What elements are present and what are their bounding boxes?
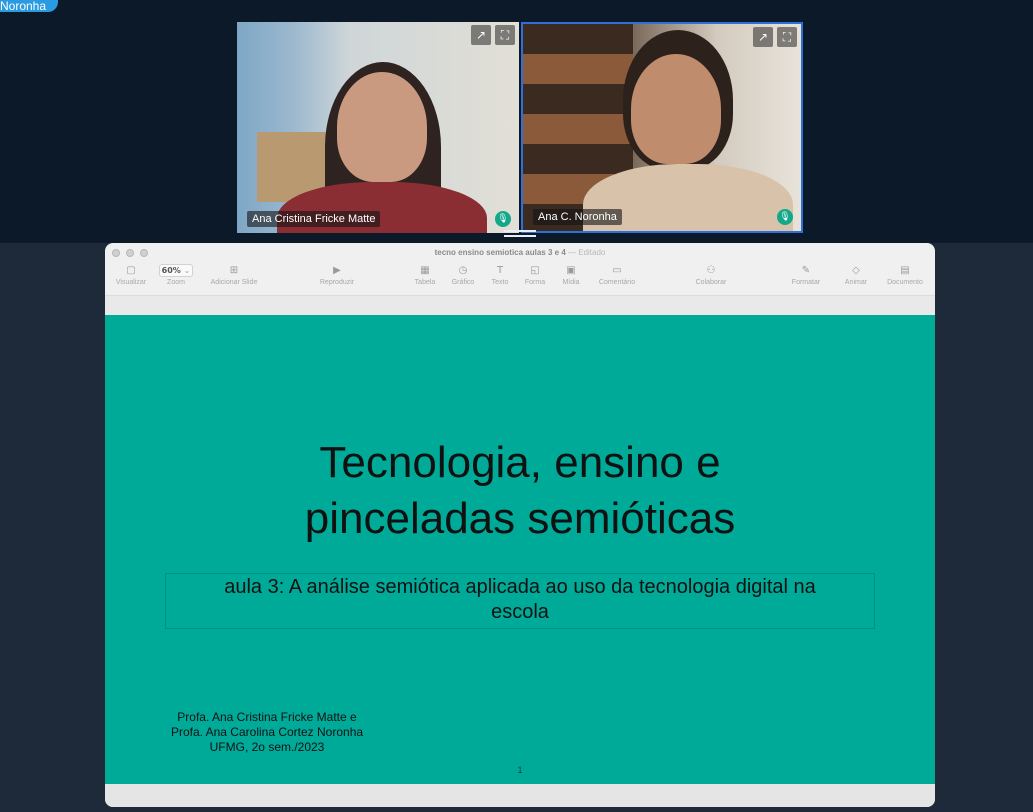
toolbar-zoom-control[interactable]: 60% ⌄ Zoom: [146, 263, 206, 287]
collaborate-icon: ⚇: [706, 265, 716, 276]
toolbar-adicionar-slide-button[interactable]: ⊞ Adicionar Slide: [204, 263, 264, 287]
participant-name: Ana C. Noronha: [533, 209, 622, 225]
canvas-margin-top: [105, 295, 935, 315]
zoom-select[interactable]: 60% ⌄: [159, 264, 193, 277]
author-line: Profa. Ana Cristina Fricke Matte e: [177, 710, 357, 724]
window-titlebar: tecno ensino semiotica aulas 3 e 4 — Edi…: [105, 243, 935, 263]
slide-subtitle-line-2: escola: [491, 601, 549, 623]
canvas-margin-bottom: [105, 784, 935, 807]
toolbar-reproduzir-button[interactable]: ▶ Reproduzir: [307, 263, 367, 287]
video-tile-ana-noronha[interactable]: ↗ ⛶ Ana C. Noronha 🎙: [521, 22, 803, 233]
toolbar-colaborar-button[interactable]: ⚇ Colaborar: [681, 263, 741, 287]
slide-number: 1: [517, 765, 523, 775]
document-status: — Editado: [568, 248, 606, 257]
keynote-toolbar: ▢ Visualizar 60% ⌄ Zoom ⊞ Adicionar Slid…: [105, 263, 935, 293]
document-icon: ▤: [900, 265, 910, 276]
comment-icon: ▭: [612, 265, 622, 276]
slide-subtitle[interactable]: aula 3: A análise semiótica aplicada ao …: [105, 575, 935, 625]
fullscreen-icon[interactable]: ⛶: [777, 27, 797, 47]
slide-title-line-2: pinceladas semióticas: [304, 494, 736, 543]
participant-face: [337, 72, 427, 182]
toolbar-documento-button[interactable]: ▤ Documento: [875, 263, 935, 287]
author-line: UFMG, 2o sem./2023: [209, 740, 325, 754]
participant-name: Ana Cristina Fricke Matte: [247, 211, 381, 227]
mic-icon: 🎙: [495, 211, 511, 227]
slide-title[interactable]: Tecnologia, ensino e pinceladas semiótic…: [105, 435, 935, 547]
slide-subtitle-line-1: aula 3: A análise semiótica aplicada ao …: [224, 576, 816, 598]
participant-face: [631, 54, 721, 164]
tile-tools: ↗ ⛶: [471, 25, 515, 45]
video-strip: Noronha ↗ ⛶ Ana Cristina Fricke Matte 🎙 …: [0, 0, 1033, 243]
document-name: tecno ensino semiotica aulas 3 e 4: [434, 248, 566, 257]
author-line: Profa. Ana Carolina Cortez Noronha: [170, 725, 364, 739]
slide-authors[interactable]: Profa. Ana Cristina Fricke Matte e Profa…: [157, 710, 377, 755]
toolbar-comentario-button[interactable]: ▭ Comentário: [587, 263, 647, 287]
fullscreen-icon[interactable]: ⛶: [495, 25, 515, 45]
tile-tools: ↗ ⛶: [753, 27, 797, 47]
play-icon: ▶: [333, 265, 341, 276]
popout-icon[interactable]: ↗: [471, 25, 491, 45]
slide-title-line-1: Tecnologia, ensino e: [319, 438, 721, 487]
keynote-window: tecno ensino semiotica aulas 3 e 4 — Edi…: [105, 243, 935, 807]
resize-handle[interactable]: [504, 230, 536, 238]
mic-icon: 🎙: [777, 209, 793, 225]
active-speaker-pill: Noronha: [0, 0, 59, 13]
add-slide-icon: ⊞: [229, 265, 239, 276]
chevron-down-icon: ⌄: [183, 266, 191, 275]
document-title: tecno ensino semiotica aulas 3 e 4 — Edi…: [105, 248, 935, 257]
slide-canvas[interactable]: Tecnologia, ensino e pinceladas semiótic…: [105, 315, 935, 784]
video-tile-ana-cristina[interactable]: ↗ ⛶ Ana Cristina Fricke Matte 🎙: [237, 22, 519, 233]
popout-icon[interactable]: ↗: [753, 27, 773, 47]
